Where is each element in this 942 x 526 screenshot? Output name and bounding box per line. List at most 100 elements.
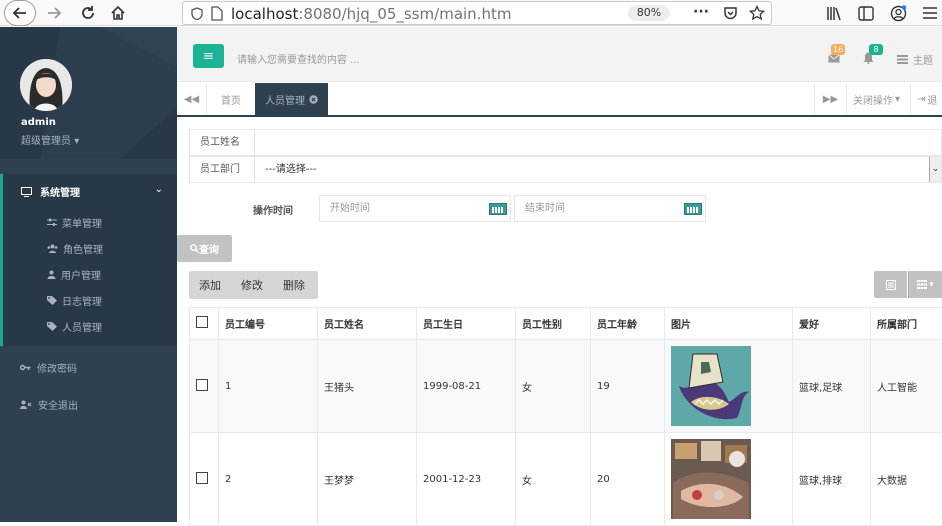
user-role: 超级管理员 bbox=[21, 136, 71, 147]
reload-button[interactable] bbox=[76, 1, 100, 25]
sidebar-item-roles[interactable]: 角色管理 bbox=[47, 241, 103, 256]
cell-department: 大数据 bbox=[871, 433, 942, 526]
close-circle-icon[interactable] bbox=[309, 95, 318, 104]
column-header[interactable]: 爱好 bbox=[793, 308, 871, 340]
sidebar-item-menu[interactable]: 菜单管理 bbox=[47, 215, 102, 230]
avatar-image bbox=[20, 59, 72, 111]
cell-gender: 女 bbox=[516, 340, 591, 433]
cell-image bbox=[665, 340, 793, 433]
sidebar-item-users[interactable]: 用户管理 bbox=[47, 267, 101, 282]
query-button[interactable]: 查询 bbox=[177, 235, 232, 262]
sidebar-item-logout[interactable]: 安全退出 bbox=[20, 397, 78, 412]
cell-department: 人工智能 bbox=[871, 340, 942, 433]
envelope-icon[interactable] bbox=[828, 54, 840, 63]
tab-personnel-label: 人员管理 bbox=[265, 92, 305, 107]
sidebar-item-label: 安全退出 bbox=[38, 397, 78, 412]
backward-icon: ◀◀ bbox=[184, 94, 199, 105]
cell-name: 王猪头 bbox=[318, 340, 417, 433]
avatar[interactable] bbox=[20, 59, 72, 111]
home-icon bbox=[110, 5, 126, 21]
sidebar-item-logs[interactable]: 日志管理 bbox=[47, 293, 102, 308]
users-icon bbox=[47, 244, 58, 253]
column-header[interactable]: 所属部门 bbox=[871, 308, 942, 340]
column-header[interactable]: 员工编号 bbox=[219, 308, 318, 340]
arrow-right-icon bbox=[46, 5, 62, 21]
dept-select-arrow[interactable]: ⌄ bbox=[929, 157, 941, 182]
url-text: localhost:8080/hjq_05_ssm/main.htm bbox=[231, 5, 511, 23]
sidebar-item-change-password[interactable]: 修改密码 bbox=[20, 360, 77, 375]
start-time-input[interactable]: 开始时间 bbox=[319, 195, 511, 222]
cell-hobby: 篮球,足球 bbox=[793, 340, 871, 433]
sidebar-item-label: 菜单管理 bbox=[62, 215, 102, 230]
th-icon bbox=[917, 280, 927, 289]
more-icon[interactable]: ··· bbox=[693, 4, 709, 20]
library-icon[interactable] bbox=[826, 6, 842, 21]
menu-icon[interactable] bbox=[922, 6, 938, 20]
exit-button[interactable]: ⇥退 bbox=[910, 83, 942, 115]
list-alt-icon bbox=[886, 280, 896, 290]
user-role-dropdown[interactable]: 超级管理员 ▾ bbox=[21, 132, 79, 147]
sidebar-toggle-button[interactable]: ≡ bbox=[193, 44, 224, 68]
employee-name-input[interactable] bbox=[265, 130, 935, 155]
tab-home[interactable]: 首页 bbox=[211, 83, 251, 115]
table-toolbar: 添加 修改 删除 bbox=[189, 271, 318, 299]
chevron-down-icon: ⌄ bbox=[932, 164, 940, 174]
cell-image bbox=[665, 433, 793, 526]
mail-count-badge: 16 bbox=[831, 44, 845, 55]
start-time-placeholder: 开始时间 bbox=[330, 203, 370, 214]
browser-toolbar: localhost:8080/hjq_05_ssm/main.htm 80% ·… bbox=[0, 0, 942, 26]
sidebar-toggle-icon[interactable] bbox=[858, 6, 874, 21]
delete-button[interactable]: 删除 bbox=[273, 277, 315, 293]
row-checkbox[interactable] bbox=[196, 472, 208, 484]
calendar-icon[interactable] bbox=[684, 203, 702, 215]
zoom-indicator[interactable]: 80% bbox=[628, 5, 670, 21]
column-header[interactable]: 员工生日 bbox=[417, 308, 516, 340]
shield-icon bbox=[191, 7, 203, 20]
sign-out-icon: ⇥ bbox=[917, 94, 925, 105]
employee-name-row: 员工姓名 bbox=[189, 129, 942, 156]
home-button[interactable] bbox=[106, 1, 130, 25]
end-time-input[interactable]: 结束时间 bbox=[514, 195, 706, 222]
top-search-input[interactable]: 请输入您需要查找的内容 ... bbox=[237, 51, 360, 66]
close-operations-dropdown[interactable]: 关闭操作▾ bbox=[846, 83, 910, 115]
employee-photo bbox=[671, 439, 751, 519]
sliders-icon bbox=[47, 218, 57, 227]
calendar-icon[interactable] bbox=[489, 203, 507, 215]
add-button[interactable]: 添加 bbox=[189, 277, 231, 293]
column-header[interactable]: 图片 bbox=[665, 308, 793, 340]
chevron-down-icon[interactable]: ⌄ bbox=[155, 184, 163, 195]
tab-personnel[interactable]: 人员管理 bbox=[255, 83, 328, 115]
pocket-icon[interactable] bbox=[723, 6, 738, 21]
table-row[interactable]: 1 王猪头 1999-08-21 女 19 篮球,足球 人工智能 bbox=[190, 340, 942, 433]
tasks-icon bbox=[897, 55, 908, 64]
cell-id: 2 bbox=[219, 433, 318, 526]
tab-home-label: 首页 bbox=[221, 92, 241, 107]
select-all-checkbox[interactable] bbox=[196, 316, 208, 328]
url-bar[interactable]: localhost:8080/hjq_05_ssm/main.htm 80% ·… bbox=[182, 1, 772, 25]
tabs-scroll-left-button[interactable]: ◀◀ bbox=[177, 83, 207, 115]
menu-system-label: 系统管理 bbox=[40, 184, 80, 199]
select-all-cell bbox=[190, 308, 219, 340]
columns-dropdown-button[interactable]: ▾ bbox=[908, 271, 942, 298]
toggle-view-button[interactable] bbox=[874, 271, 907, 298]
column-header[interactable]: 员工性别 bbox=[516, 308, 591, 340]
account-icon[interactable] bbox=[890, 5, 907, 22]
tag-icon bbox=[47, 322, 57, 331]
menu-system-header[interactable]: 系统管理 bbox=[21, 184, 80, 199]
menu-system: 系统管理 ⌄ 菜单管理 角色管理 用户管理 日志管理 人员管理 bbox=[0, 174, 177, 346]
table-row[interactable]: 2 王梦梦 2001-12-23 女 20 bbox=[190, 433, 942, 526]
edit-button[interactable]: 修改 bbox=[231, 277, 273, 293]
column-header[interactable]: 员工年龄 bbox=[591, 308, 665, 340]
forward-button[interactable] bbox=[42, 1, 66, 25]
sidebar-item-personnel[interactable]: 人员管理 bbox=[47, 319, 102, 334]
forward-icon: ▶▶ bbox=[823, 94, 838, 105]
back-button[interactable] bbox=[4, 0, 36, 26]
star-icon[interactable] bbox=[749, 5, 765, 21]
user-times-icon bbox=[20, 400, 32, 409]
row-select-cell bbox=[190, 340, 219, 433]
theme-button[interactable]: 主题 bbox=[897, 52, 933, 67]
employee-dept-select[interactable]: ---请选择--- bbox=[265, 157, 935, 182]
column-header[interactable]: 员工姓名 bbox=[318, 308, 417, 340]
row-checkbox[interactable] bbox=[196, 379, 208, 391]
tabs-scroll-right-button[interactable]: ▶▶ bbox=[814, 83, 846, 115]
